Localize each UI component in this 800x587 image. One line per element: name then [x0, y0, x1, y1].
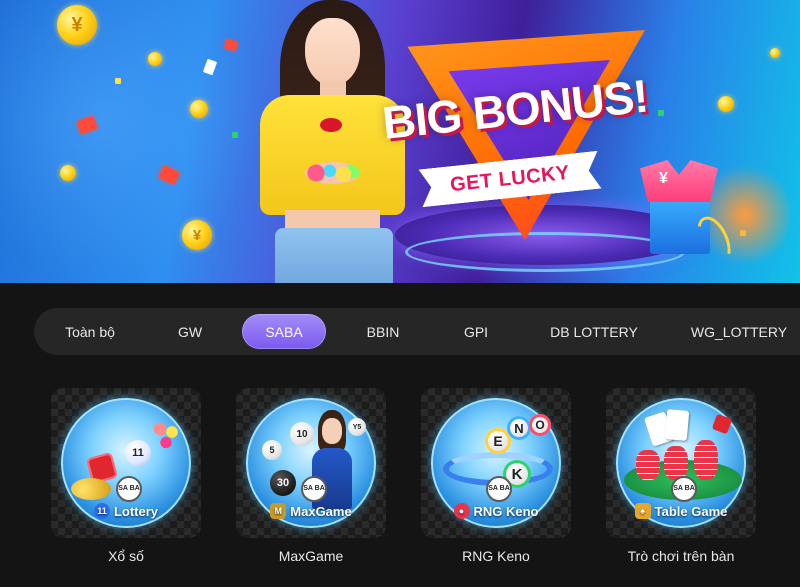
saba-logo: SA BA	[671, 476, 697, 502]
game-label[interactable]: Trò chơi trên bàn	[606, 548, 756, 564]
game-card-lottery[interactable]: 11 SA BA 11 Lottery	[51, 388, 201, 538]
promo-banner[interactable]: ¥ ¥ BIG BONUS! GET LUCKY ¥	[0, 0, 800, 283]
chip-stack	[694, 440, 718, 480]
game-card-table-game[interactable]: SA BA ♠ Table Game	[606, 388, 756, 538]
cherry-icon	[320, 118, 342, 132]
game-brand-label: Table Game	[654, 503, 728, 519]
game-label[interactable]: Xổ số	[51, 548, 201, 564]
coin-icon	[190, 100, 208, 118]
keno-icon: ●	[453, 503, 470, 519]
game-label[interactable]: MaxGame	[236, 548, 386, 564]
model-jeans	[275, 228, 393, 283]
game-brand-label: Lottery	[113, 503, 159, 519]
saba-logo: SA BA	[301, 476, 327, 502]
maxgame-icon: M	[270, 503, 287, 519]
gift-lid	[640, 160, 718, 202]
tab-gpi[interactable]: GPI	[448, 308, 504, 355]
lottery-ball: 11	[125, 440, 151, 466]
game-brand: 11 Lottery	[69, 500, 183, 522]
tab-wg-lottery[interactable]: WG_LOTTERY	[684, 308, 794, 355]
dice-icon	[711, 413, 733, 435]
tab-gw[interactable]: GW	[162, 308, 218, 355]
game-card-maxgame[interactable]: 5 10 30 Y5 SA BA M MaxGame	[236, 388, 386, 538]
stage-ring	[405, 232, 685, 272]
candy-balls	[305, 162, 360, 184]
playing-cards-icon	[664, 409, 690, 441]
saba-logo: SA BA	[486, 476, 512, 502]
game-brand-label: MaxGame	[290, 503, 352, 519]
lottery-balls-cluster	[151, 420, 181, 450]
coin-icon	[718, 96, 734, 112]
gold-coins	[71, 478, 111, 500]
keno-ball: N	[507, 416, 531, 440]
coin-icon	[148, 52, 162, 66]
lottery-icon: 11	[93, 503, 110, 519]
number-ball: 5	[262, 440, 282, 460]
saba-logo: SA BA	[116, 476, 142, 502]
yen-icon: ¥	[659, 170, 668, 187]
table-game-icon: ♠	[634, 503, 651, 519]
coin-icon: ¥	[57, 5, 97, 45]
game-brand: ♠ Table Game	[624, 500, 738, 522]
chip-stack	[664, 446, 688, 480]
chip-stack	[636, 450, 660, 480]
confetti	[115, 78, 121, 84]
keno-ball: O	[529, 414, 551, 436]
game-label[interactable]: RNG Keno	[421, 548, 571, 564]
game-brand: M MaxGame	[254, 500, 368, 522]
coin-icon	[770, 48, 780, 58]
confetti	[232, 132, 238, 138]
game-brand: ● RNG Keno	[439, 500, 553, 522]
game-card-rng-keno[interactable]: E N O K SA BA ● RNG Keno	[421, 388, 571, 538]
coin-icon: ¥	[182, 220, 212, 250]
banner-ribbon-text: GET LUCKY	[449, 161, 571, 196]
provider-tabs: Toàn bộ GW SABA BBIN GPI DB LOTTERY WG_L…	[34, 308, 800, 355]
tab-toan-bo[interactable]: Toàn bộ	[50, 308, 130, 355]
tab-db-lottery[interactable]: DB LOTTERY	[540, 308, 648, 355]
coin-icon	[60, 165, 76, 181]
game-brand-label: RNG Keno	[473, 503, 539, 519]
tab-saba[interactable]: SABA	[242, 314, 326, 349]
tab-bbin[interactable]: BBIN	[350, 308, 416, 355]
confetti	[658, 110, 664, 116]
model-face	[305, 18, 360, 86]
number-ball: 30	[270, 470, 296, 496]
banner-glow	[0, 0, 260, 280]
